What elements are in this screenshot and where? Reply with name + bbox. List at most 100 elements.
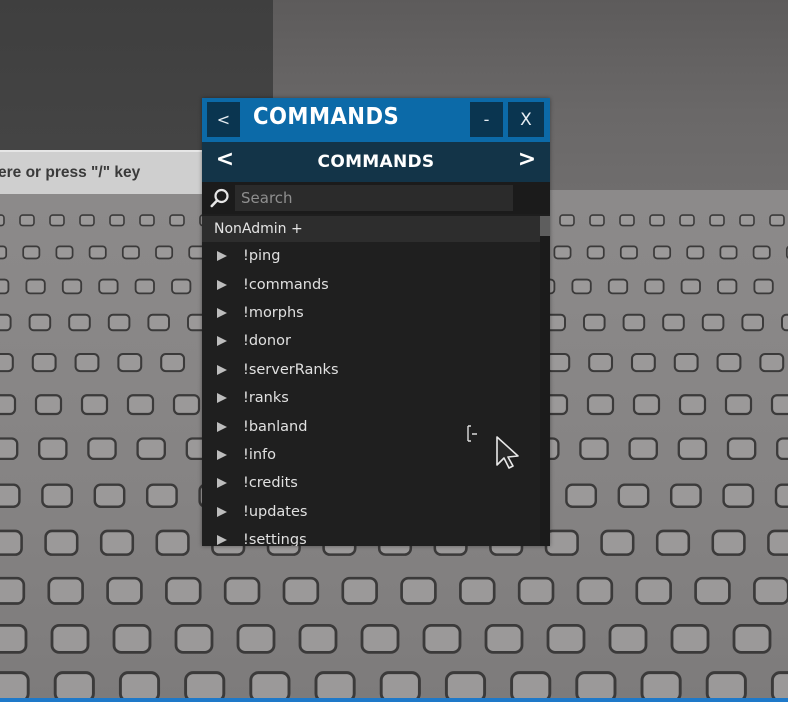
- baseplate-stud: [0, 576, 26, 605]
- baseplate-stud: [174, 623, 214, 654]
- baseplate-stud: [459, 576, 496, 605]
- expand-arrow-icon[interactable]: [217, 364, 227, 375]
- baseplate-stud: [0, 394, 17, 416]
- baseplate-stud: [19, 214, 35, 227]
- baseplate-stud: [28, 313, 52, 332]
- baseplate-stud: [677, 437, 708, 461]
- baseplate-stud: [53, 671, 95, 698]
- expand-arrow-icon[interactable]: [217, 393, 227, 404]
- window-titlebar[interactable]: < COMMANDS - X: [202, 98, 550, 142]
- baseplate-stud: [553, 245, 572, 260]
- baseplate-stud: [544, 529, 579, 556]
- expand-arrow-icon[interactable]: [217, 279, 227, 290]
- baseplate-stud: [117, 352, 143, 373]
- command-item[interactable]: !updates: [202, 498, 540, 526]
- baseplate-stud: [546, 623, 586, 654]
- baseplate-stud: [686, 245, 705, 260]
- baseplate-stud: [106, 576, 143, 605]
- command-item[interactable]: !ranks: [202, 384, 540, 412]
- baseplate-stud: [732, 623, 772, 654]
- baseplate-stud: [98, 278, 119, 295]
- baseplate-stud: [759, 352, 785, 373]
- baseplate-stud: [640, 671, 682, 698]
- command-item[interactable]: !ping: [202, 242, 540, 270]
- baseplate-stud: [47, 576, 84, 605]
- baseplate-stud: [134, 278, 155, 295]
- baseplate-stud: [38, 437, 68, 461]
- bottom-edge-bar: [0, 698, 788, 702]
- expand-arrow-icon[interactable]: [217, 421, 227, 432]
- baseplate-stud: [298, 623, 338, 654]
- baseplate-stud: [774, 483, 788, 508]
- baseplate-stud: [781, 313, 788, 332]
- expand-arrow-icon[interactable]: [217, 506, 227, 517]
- command-item[interactable]: !donor: [202, 327, 540, 355]
- command-item[interactable]: !settings: [202, 526, 540, 546]
- command-label: !updates: [243, 503, 308, 520]
- baseplate-stud: [34, 394, 63, 416]
- baseplate-stud: [249, 671, 291, 698]
- command-label: !settings: [243, 532, 307, 546]
- baseplate-stud: [579, 437, 609, 461]
- baseplate-stud: [147, 313, 170, 332]
- baseplate-stud: [484, 623, 524, 654]
- baseplate-stud: [360, 623, 400, 654]
- baseplate-stud: [165, 576, 202, 605]
- command-item[interactable]: !banland: [202, 412, 540, 440]
- baseplate-stud: [724, 394, 753, 416]
- baseplate-stud: [0, 437, 19, 461]
- baseplate-stud: [80, 394, 109, 416]
- search-icon: [210, 188, 229, 208]
- chat-hint-text: ere or press "/" key: [0, 164, 141, 181]
- command-item[interactable]: !serverRanks: [202, 356, 540, 384]
- expand-arrow-icon[interactable]: [217, 336, 227, 347]
- baseplate-stud: [314, 671, 356, 698]
- baseplate-stud: [630, 352, 656, 373]
- expand-arrow-icon[interactable]: [217, 251, 227, 262]
- baseplate-stud: [282, 576, 320, 605]
- baseplate-stud: [711, 529, 746, 556]
- scrollbar-thumb[interactable]: [540, 216, 550, 236]
- section-header[interactable]: NonAdmin +: [202, 216, 540, 242]
- next-page-button[interactable]: >: [512, 147, 542, 172]
- baseplate-stud: [0, 671, 30, 698]
- baseplate-stud: [136, 437, 166, 461]
- command-item[interactable]: !commands: [202, 270, 540, 298]
- command-item[interactable]: !info: [202, 441, 540, 469]
- baseplate-stud: [644, 278, 665, 295]
- minimize-button[interactable]: -: [470, 102, 503, 137]
- baseplate-stud: [726, 437, 757, 461]
- expand-arrow-icon[interactable]: [217, 478, 227, 489]
- page-navigation-bar: < COMMANDS >: [202, 142, 550, 182]
- baseplate-stud: [770, 394, 788, 416]
- window-title: COMMANDS: [253, 104, 400, 130]
- expand-arrow-icon[interactable]: [217, 307, 227, 318]
- baseplate-stud: [99, 529, 135, 556]
- baseplate-stud: [112, 623, 152, 654]
- command-label: !morphs: [243, 304, 304, 321]
- baseplate-stud: [575, 671, 617, 698]
- command-label: !credits: [243, 475, 298, 492]
- baseplate-stud: [770, 671, 788, 698]
- expand-arrow-icon[interactable]: [217, 535, 227, 546]
- back-button[interactable]: <: [207, 102, 240, 137]
- baseplate-stud: [722, 483, 755, 508]
- chat-bar[interactable]: ere or press "/" key: [0, 150, 205, 194]
- baseplate-stud: [510, 671, 552, 698]
- baseplate-stud: [628, 437, 658, 461]
- baseplate-stud: [155, 245, 174, 260]
- baseplate-stud: [145, 483, 178, 508]
- expand-arrow-icon[interactable]: [217, 449, 227, 460]
- baseplate-stud: [705, 671, 747, 698]
- scrollbar-track[interactable]: [540, 216, 550, 546]
- command-item[interactable]: !credits: [202, 469, 540, 497]
- baseplate-stud: [61, 278, 83, 295]
- baseplate-stud: [586, 394, 615, 416]
- baseplate-stud: [632, 394, 661, 416]
- close-button[interactable]: X: [508, 102, 544, 137]
- baseplate-stud: [422, 623, 462, 654]
- search-input[interactable]: [235, 185, 513, 211]
- baseplate-stud: [171, 278, 192, 295]
- command-item[interactable]: !morphs: [202, 299, 540, 327]
- baseplate-stud: [155, 529, 190, 556]
